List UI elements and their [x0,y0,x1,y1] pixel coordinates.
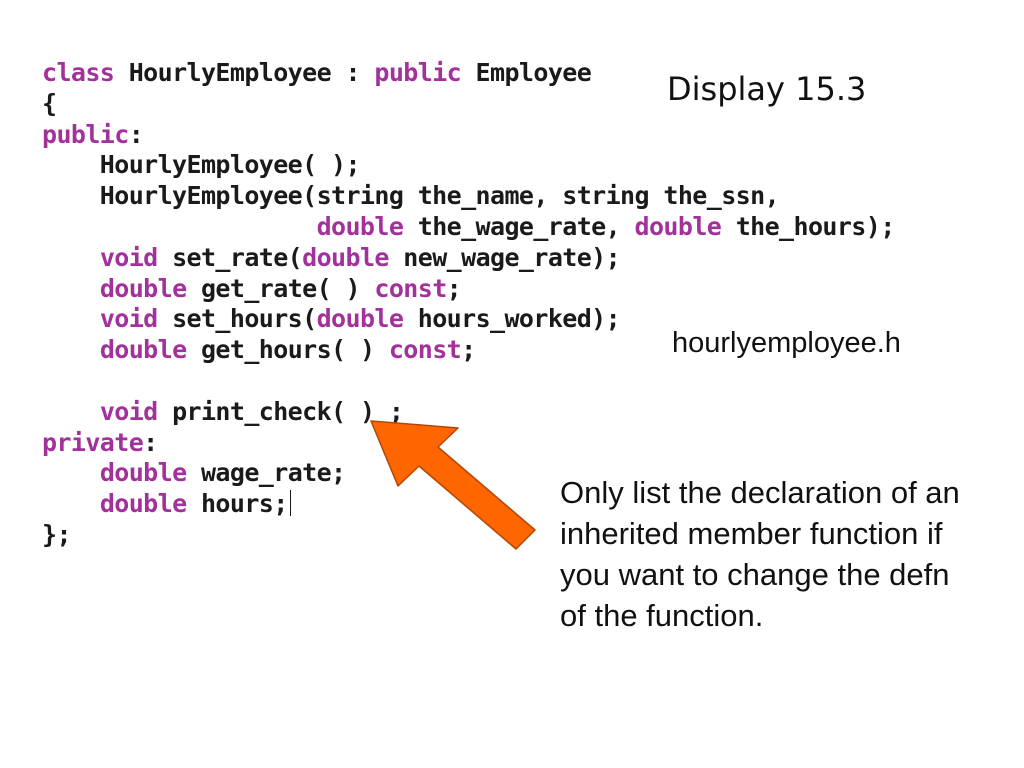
code-text: HourlyEmployee( ); [42,150,361,180]
code-keyword: void [99,396,158,426]
code-text: ; [461,335,476,365]
code-text: the_wage_rate, [403,211,635,241]
code-text: print_check( ) ; [157,396,404,426]
code-text: new_wage_rate); [388,242,621,272]
code-line: public: [42,120,895,151]
code-line: HourlyEmployee( ); [42,150,895,181]
code-text: : [128,119,144,149]
code-text: }; [42,519,72,549]
code-text: wage_rate; [186,458,346,488]
code-keyword: public [374,58,462,87]
code-keyword: double [316,211,404,241]
code-text: HourlyEmployee : [114,58,375,87]
code-keyword: private [42,427,144,457]
code-keyword: double [99,489,187,519]
code-keyword: void [99,304,158,334]
code-text: hours_worked); [403,304,621,334]
code-text: Employee [461,58,592,87]
code-keyword: double [99,335,187,365]
code-line: HourlyEmployee(string the_name, string t… [42,181,895,212]
code-text: set_rate( [157,242,303,272]
annotation-note: Only list the declaration of an inherite… [560,475,960,633]
code-text: ; [446,273,462,303]
code-keyword: const [388,335,462,365]
code-keyword: double [302,242,389,272]
text-cursor [289,490,291,517]
code-keyword: class [42,58,115,87]
code-keyword: double [634,211,722,241]
code-line: double the_wage_rate, double the_hours); [42,211,896,243]
slide: class HourlyEmployee : public Employee{p… [0,0,1024,768]
code-line: double get_rate( ) const; [42,274,895,305]
code-line: void print_check( ) ; [42,397,895,428]
code-line: void set_rate(double new_wage_rate); [42,243,895,274]
code-text: get_rate( ) [186,273,375,303]
code-text: get_hours( ) [186,335,389,365]
code-keyword: double [99,273,187,303]
code-line: private: [42,428,895,459]
code-keyword: double [99,458,187,488]
code-text: HourlyEmployee(string the_name, string t… [42,181,780,211]
code-keyword: double [316,304,404,334]
code-text: set_hours( [157,304,317,334]
code-text: the_hours); [721,211,896,241]
code-keyword: public [42,119,129,149]
filename-label: hourlyemployee.h [672,327,901,359]
code-keyword: const [374,273,447,303]
code-text: : [143,427,158,457]
code-text: hours; [186,489,288,519]
code-text: { [42,88,57,118]
display-title: Display 15.3 [667,70,867,108]
code-keyword: void [99,242,158,272]
